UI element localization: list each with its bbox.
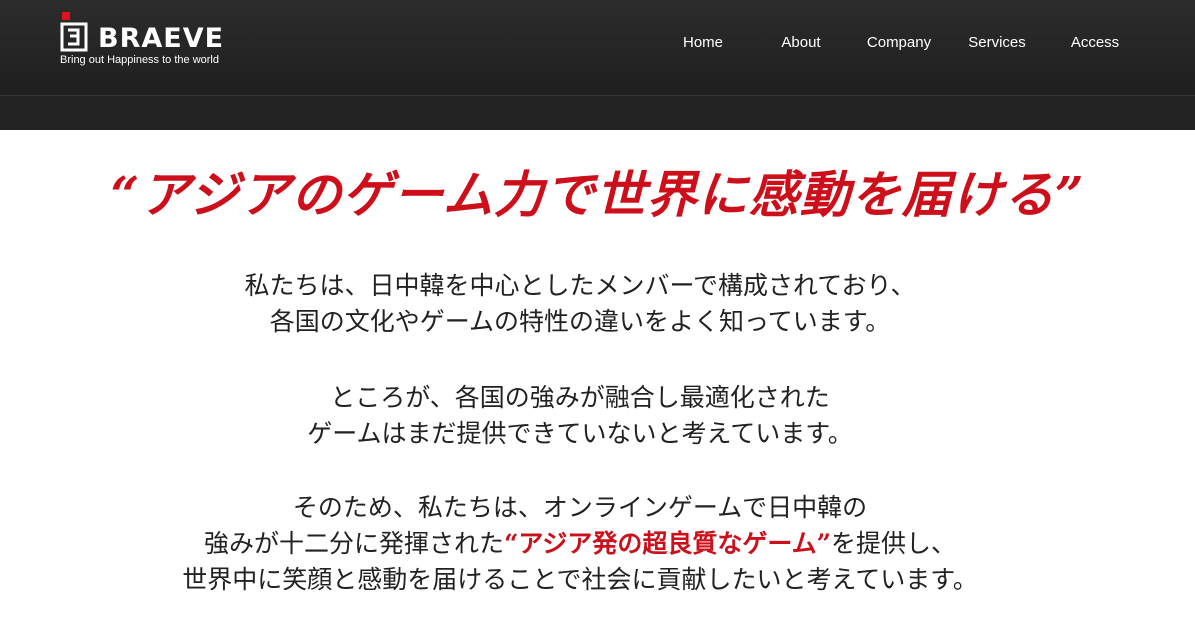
- highlight-text: “アジア発の超良質なゲーム”: [503, 529, 831, 558]
- paragraph-line: 私たちは、日中韓を中心としたメンバーで構成されており、: [244, 271, 916, 300]
- nav-services[interactable]: Services: [948, 33, 1046, 53]
- brand-name: BRAEVE: [98, 23, 225, 54]
- intro-paragraph: 私たちは、日中韓を中心としたメンバーで構成されており、 各国の文化やゲームの特性…: [0, 268, 1160, 340]
- paragraph-line: ゲームはまだ提供できていないと考えています。: [307, 419, 853, 448]
- brand-tagline: Bring out Happiness to the world: [60, 54, 219, 66]
- paragraph-line: 各国の文化やゲームの特性の違いをよく知っています。: [269, 307, 891, 336]
- line-text: を提供し、: [831, 529, 957, 558]
- nav-access[interactable]: Access: [1046, 33, 1144, 53]
- paragraph-line: 強みが十二分に発揮された“アジア発の超良質なゲーム”を提供し、: [0, 526, 1160, 562]
- main-nav: Home About Company Services Access: [654, 33, 1144, 53]
- nav-home[interactable]: Home: [654, 33, 752, 53]
- main-content: “アジアのゲーム力で世界に感動を届ける” 私たちは、日中韓を中心としたメンバーで…: [0, 130, 1195, 617]
- mission-paragraph: そのため、私たちは、オンラインゲームで日中韓の 強みが十二分に発揮された“アジア…: [0, 490, 1160, 598]
- paragraph-line: そのため、私たちは、オンラインゲームで日中韓の: [292, 493, 868, 522]
- paragraph-line: 世界中に笑顔と感動を届けることで社会に貢献したいと考えています。: [182, 565, 978, 594]
- logo-mark-icon: [60, 12, 88, 52]
- nav-company[interactable]: Company: [850, 33, 948, 53]
- paragraph-line: ところが、各国の強みが融合し最適化された: [330, 383, 830, 412]
- nav-about[interactable]: About: [752, 33, 850, 53]
- site-header: BRAEVE Bring out Happiness to the world …: [0, 0, 1195, 96]
- line-text: 強みが十二分に発揮された: [203, 529, 504, 558]
- brand-logo[interactable]: BRAEVE Bring out Happiness to the world: [60, 12, 260, 72]
- problem-paragraph: ところが、各国の強みが融合し最適化された ゲームはまだ提供できていないと考えてい…: [0, 380, 1160, 452]
- header-subbar: [0, 96, 1195, 130]
- page-headline: “アジアのゲーム力で世界に感動を届ける”: [110, 165, 1085, 224]
